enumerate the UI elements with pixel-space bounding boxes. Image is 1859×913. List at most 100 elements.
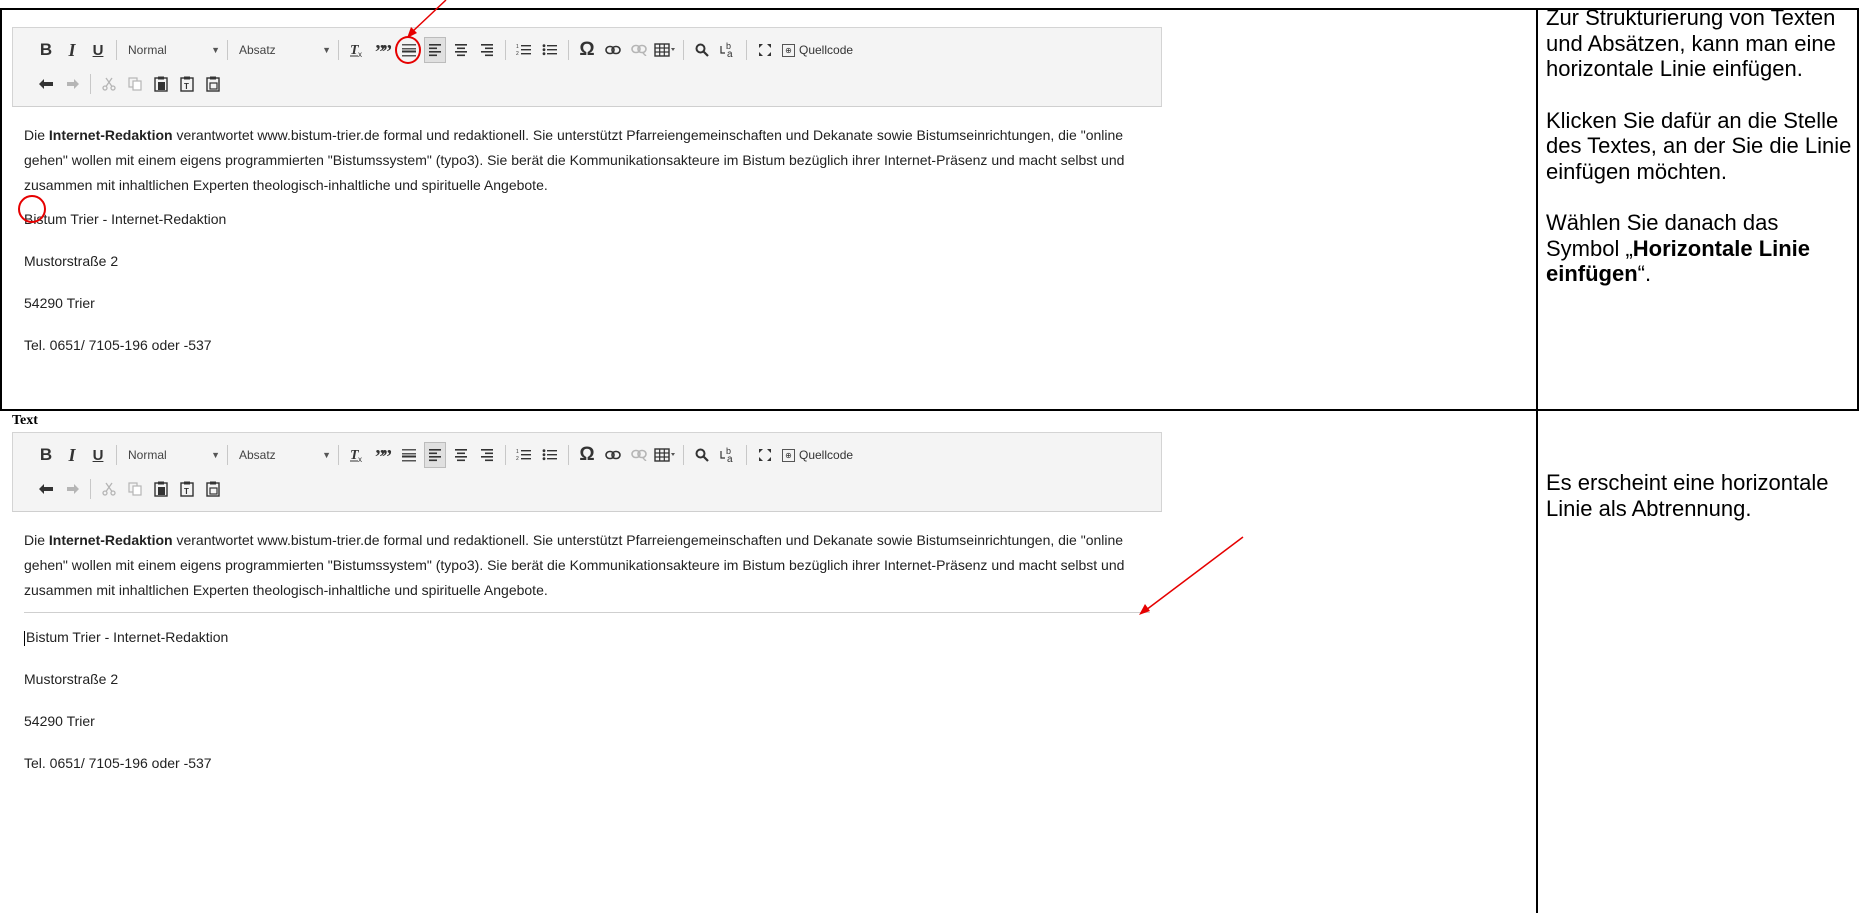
italic-icon[interactable]: I (61, 442, 83, 468)
style-dropdown[interactable]: Normal ▼ (124, 442, 224, 468)
bulleted-list-icon[interactable] (539, 442, 561, 468)
svg-text:2: 2 (516, 51, 519, 57)
rte-toolbar: B I U Normal ▼ Absatz ▼ Tx ”” 12 Ω b a ⊕… (12, 27, 1162, 107)
copy-icon[interactable] (124, 71, 146, 97)
maximize-icon[interactable] (754, 442, 776, 468)
link-icon[interactable] (602, 442, 624, 468)
style-dropdown[interactable]: Normal ▼ (124, 37, 224, 63)
cut-icon[interactable] (98, 476, 120, 502)
rte-content-area[interactable]: Die Internet-Redaktion verantwortet www.… (12, 512, 1162, 776)
instruction-paragraph: Zur Strukturierung von Texten und Absätz… (1546, 5, 1836, 81)
align-right-icon[interactable] (476, 37, 498, 63)
toolbar-separator (227, 445, 228, 465)
bold-icon[interactable]: B (35, 37, 57, 63)
toolbar-row-clipboard: T (35, 475, 228, 503)
replace-icon[interactable]: ba (717, 37, 739, 63)
find-icon[interactable] (691, 442, 713, 468)
instructions-step-2: Es erscheint eine horizontale Linie als … (1546, 470, 1856, 547)
numbered-list-icon[interactable]: 12 (513, 442, 535, 468)
redo-icon[interactable] (61, 476, 83, 502)
format-dropdown-value: Absatz (239, 43, 276, 57)
highlight-circle-cursor-position (18, 195, 46, 223)
format-dropdown[interactable]: Absatz ▼ (235, 442, 335, 468)
address-line-2: Mustorstraße 2 (24, 671, 119, 687)
toolbar-separator (338, 445, 339, 465)
align-left-icon[interactable] (424, 37, 446, 63)
undo-icon[interactable] (35, 476, 57, 502)
blockquote-icon[interactable]: ”” (372, 442, 394, 468)
paste-text-icon[interactable]: T (176, 476, 198, 502)
redo-icon[interactable] (61, 71, 83, 97)
instruction-paragraph: Wählen Sie danach das Symbol „Horizontal… (1546, 210, 1811, 286)
blockquote-icon[interactable]: ”” (372, 37, 394, 63)
align-right-icon[interactable] (476, 442, 498, 468)
source-label: Quellcode (799, 43, 854, 57)
rte-editor-after: B I U Normal ▼ Absatz ▼ Tx ”” 12 Ω b a ⊕… (12, 432, 1162, 793)
table-icon[interactable] (654, 442, 676, 468)
svg-text:x: x (358, 50, 362, 59)
paste-text-icon[interactable]: T (176, 71, 198, 97)
special-char-icon[interactable]: Ω (576, 37, 598, 63)
remove-format-icon[interactable]: Tx (346, 37, 368, 63)
find-icon[interactable] (691, 37, 713, 63)
italic-icon[interactable]: I (61, 37, 83, 63)
highlight-circle-hr-button (395, 36, 421, 64)
cut-icon[interactable] (98, 71, 120, 97)
format-dropdown[interactable]: Absatz ▼ (235, 37, 335, 63)
remove-format-icon[interactable]: Tx (346, 442, 368, 468)
source-button[interactable]: ⊕ Quellcode (782, 448, 853, 462)
underline-icon[interactable]: U (87, 442, 109, 468)
table-icon[interactable] (654, 37, 676, 63)
toolbar-separator (90, 479, 91, 499)
paste-icon[interactable] (150, 71, 172, 97)
address-line-3: 54290 Trier (24, 713, 95, 729)
address-line-2: Mustorstraße 2 (24, 253, 119, 269)
address-line-4: Tel. 0651/ 7105-196 oder -537 (24, 755, 212, 771)
underline-icon[interactable]: U (87, 37, 109, 63)
chevron-down-icon: ▼ (322, 450, 331, 460)
svg-text:1: 1 (516, 44, 519, 50)
align-left-icon[interactable] (424, 442, 446, 468)
address-line-1: Bistum Trier - Internet-Redaktion (24, 211, 227, 227)
address-line-4: Tel. 0651/ 7105-196 oder -537 (24, 337, 212, 353)
undo-icon[interactable] (35, 71, 57, 97)
inserted-horizontal-rule (24, 612, 1150, 613)
replace-icon[interactable]: ba (717, 442, 739, 468)
chevron-down-icon: ▼ (211, 450, 220, 460)
svg-text:”: ” (382, 447, 392, 463)
instructions-step-1: Zur Strukturierung von Texten und Absätz… (1546, 5, 1856, 313)
toolbar-separator (746, 445, 747, 465)
svg-text:T: T (184, 487, 189, 496)
horizontal-rule-icon[interactable] (398, 442, 420, 468)
toolbar-separator (90, 74, 91, 94)
bold-icon[interactable]: B (35, 442, 57, 468)
chevron-down-icon: ▼ (211, 45, 220, 55)
rte-toolbar: B I U Normal ▼ Absatz ▼ Tx ”” 12 Ω b a ⊕… (12, 432, 1162, 512)
toolbar-separator (505, 445, 506, 465)
paste-icon[interactable] (150, 476, 172, 502)
unlink-icon[interactable] (628, 37, 650, 63)
source-button[interactable]: ⊕ Quellcode (782, 43, 853, 57)
rte-content-area[interactable]: Die Internet-Redaktion verantwortet www.… (12, 107, 1162, 358)
bulleted-list-icon[interactable] (539, 37, 561, 63)
toolbar-row-formatting: B I U Normal ▼ Absatz ▼ Tx ”” 12 Ω b a ⊕… (35, 36, 853, 64)
style-dropdown-value: Normal (128, 43, 167, 57)
copy-icon[interactable] (124, 476, 146, 502)
special-char-icon[interactable]: Ω (576, 442, 598, 468)
maximize-icon[interactable] (754, 37, 776, 63)
svg-text:”: ” (382, 42, 392, 58)
align-center-icon[interactable] (450, 442, 472, 468)
toolbar-separator (568, 445, 569, 465)
link-icon[interactable] (602, 37, 624, 63)
format-dropdown-value: Absatz (239, 448, 276, 462)
svg-text:x: x (358, 455, 362, 464)
unlink-icon[interactable] (628, 442, 650, 468)
source-label: Quellcode (799, 448, 854, 462)
paste-word-icon[interactable] (202, 71, 224, 97)
bold-text: Internet-Redaktion (48, 532, 173, 548)
numbered-list-icon[interactable]: 12 (513, 37, 535, 63)
align-center-icon[interactable] (450, 37, 472, 63)
toolbar-separator (568, 40, 569, 60)
toolbar-separator (227, 40, 228, 60)
paste-word-icon[interactable] (202, 476, 224, 502)
